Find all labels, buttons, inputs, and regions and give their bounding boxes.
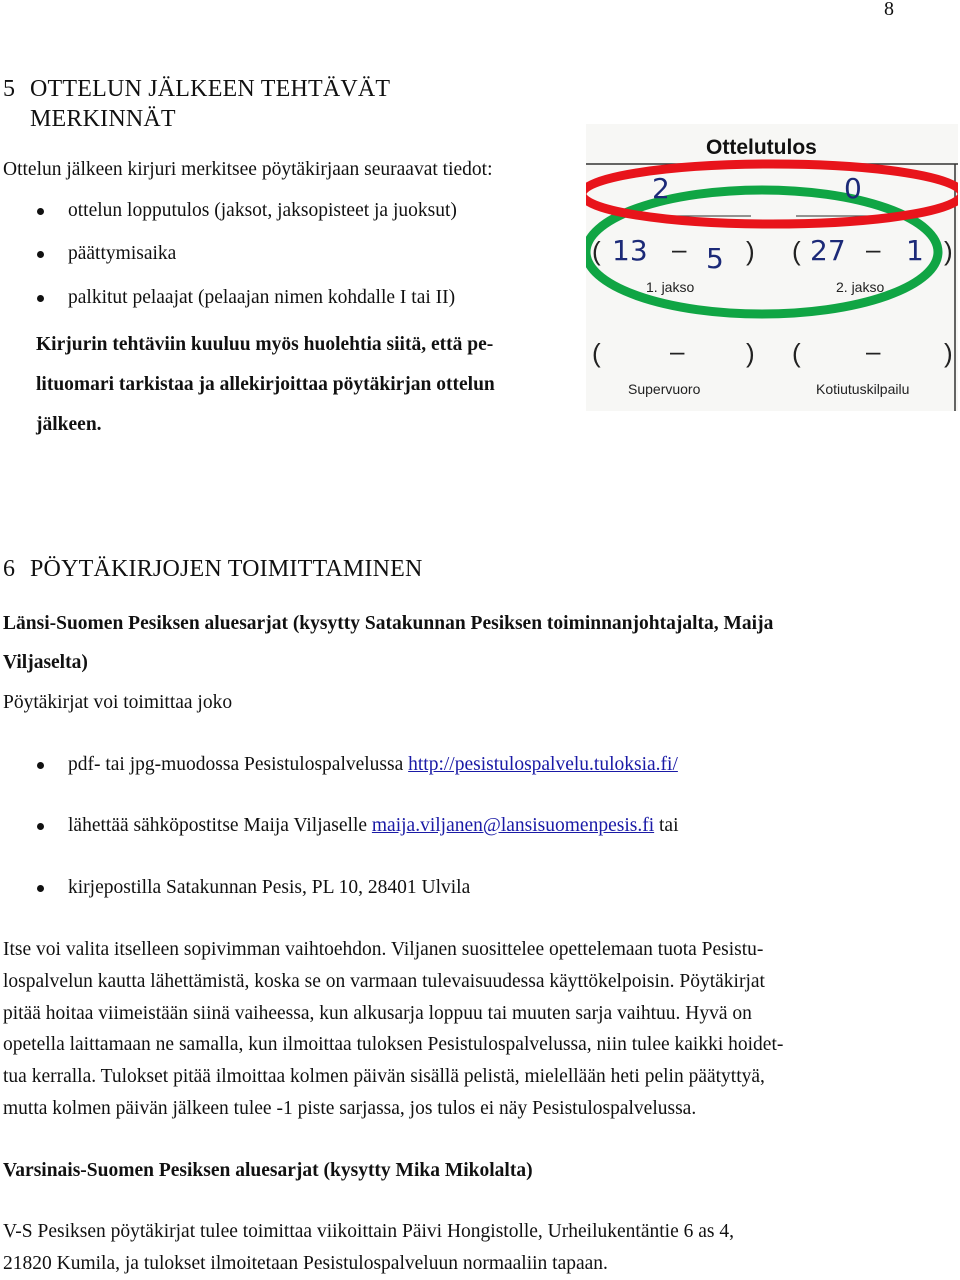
supervuoro-label: Supervuoro <box>628 381 701 397</box>
final-score-away: 0 <box>844 172 862 205</box>
bullet-icon <box>37 208 44 215</box>
list-item: ottelun lopputulos (jaksot, jaksopisteet… <box>0 199 580 223</box>
list-item: palkitut pelaajat (pelaajan nimen kohdal… <box>0 286 580 310</box>
bullet-icon <box>37 295 44 302</box>
section-6-heading: 6 PÖYTÄKIRJOJEN TOIMITTAMINEN <box>3 554 423 584</box>
email-link[interactable]: maija.viljanen@lansisuomenpesis.fi <box>372 815 654 836</box>
bullet-icon <box>37 823 44 830</box>
section-title-line1: OTTELUN JÄLKEEN TEHTÄVÄT <box>30 76 391 102</box>
pesistulospalvelu-link[interactable]: http://pesistulospalvelu.tuloksia.fi/ <box>408 754 678 775</box>
delivery-intro: Pöytäkirjat voi toimittaa joko <box>3 692 233 713</box>
period1-away-score: 5 <box>706 242 724 275</box>
period2-label: 2. jakso <box>836 279 885 295</box>
varsinais-paragraph: V-S Pesiksen pöytäkirjat tulee toimittaa… <box>3 1221 734 1274</box>
lansi-suomi-heading: Länsi-Suomen Pesiksen aluesarjat (kysytt… <box>3 613 774 673</box>
period2-away-score: 1 <box>906 234 924 267</box>
section-number: 5 <box>3 76 16 102</box>
bullet-icon <box>37 762 44 769</box>
lansi-paragraph: Itse voi valita itselleen sopivimman vai… <box>3 939 784 1119</box>
list-item: päättymisaika <box>0 242 580 266</box>
kotiutuskilpailu-label: Kotiutuskilpailu <box>816 381 910 397</box>
page-number: 8 <box>884 0 894 20</box>
section-5-intro: Ottelun jälkeen kirjuri merkitsee pöytäk… <box>3 159 493 180</box>
varsinais-suomi-heading: Varsinais-Suomen Pesiksen aluesarjat (ky… <box>3 1160 533 1181</box>
period2-home-score: 27 <box>810 234 846 267</box>
scoresheet-image: Ottelutulos 2 0 ( 13 – 5 ) ( 27 – 1 ) 1.… <box>586 124 958 411</box>
period1-home-score: 13 <box>612 234 648 267</box>
scoresheet-title: Ottelutulos <box>706 136 817 159</box>
section-title-line2: MERKINNÄT <box>30 106 176 132</box>
section-title: PÖYTÄKIRJOJEN TOIMITTAMINEN <box>30 556 423 582</box>
list-item: kirjepostilla Satakunnan Pesis, PL 10, 2… <box>0 876 900 900</box>
section-number: 6 <box>3 556 16 582</box>
scoresheet-lines <box>586 159 958 411</box>
list-item: pdf- tai jpg-muodossa Pesistulospalvelus… <box>0 753 900 777</box>
period1-label: 1. jakso <box>646 279 695 295</box>
list-item: lähettää sähköpostitse Maija Viljaselle … <box>0 814 900 838</box>
section-5-heading: 5 OTTELUN JÄLKEEN TEHTÄVÄT MERKINNÄT <box>3 74 390 134</box>
bold-note: Kirjurin tehtäviin kuuluu myös huolehtia… <box>36 334 495 435</box>
bullet-icon <box>37 885 44 892</box>
final-score-home: 2 <box>652 172 670 205</box>
bullet-icon <box>37 251 44 258</box>
